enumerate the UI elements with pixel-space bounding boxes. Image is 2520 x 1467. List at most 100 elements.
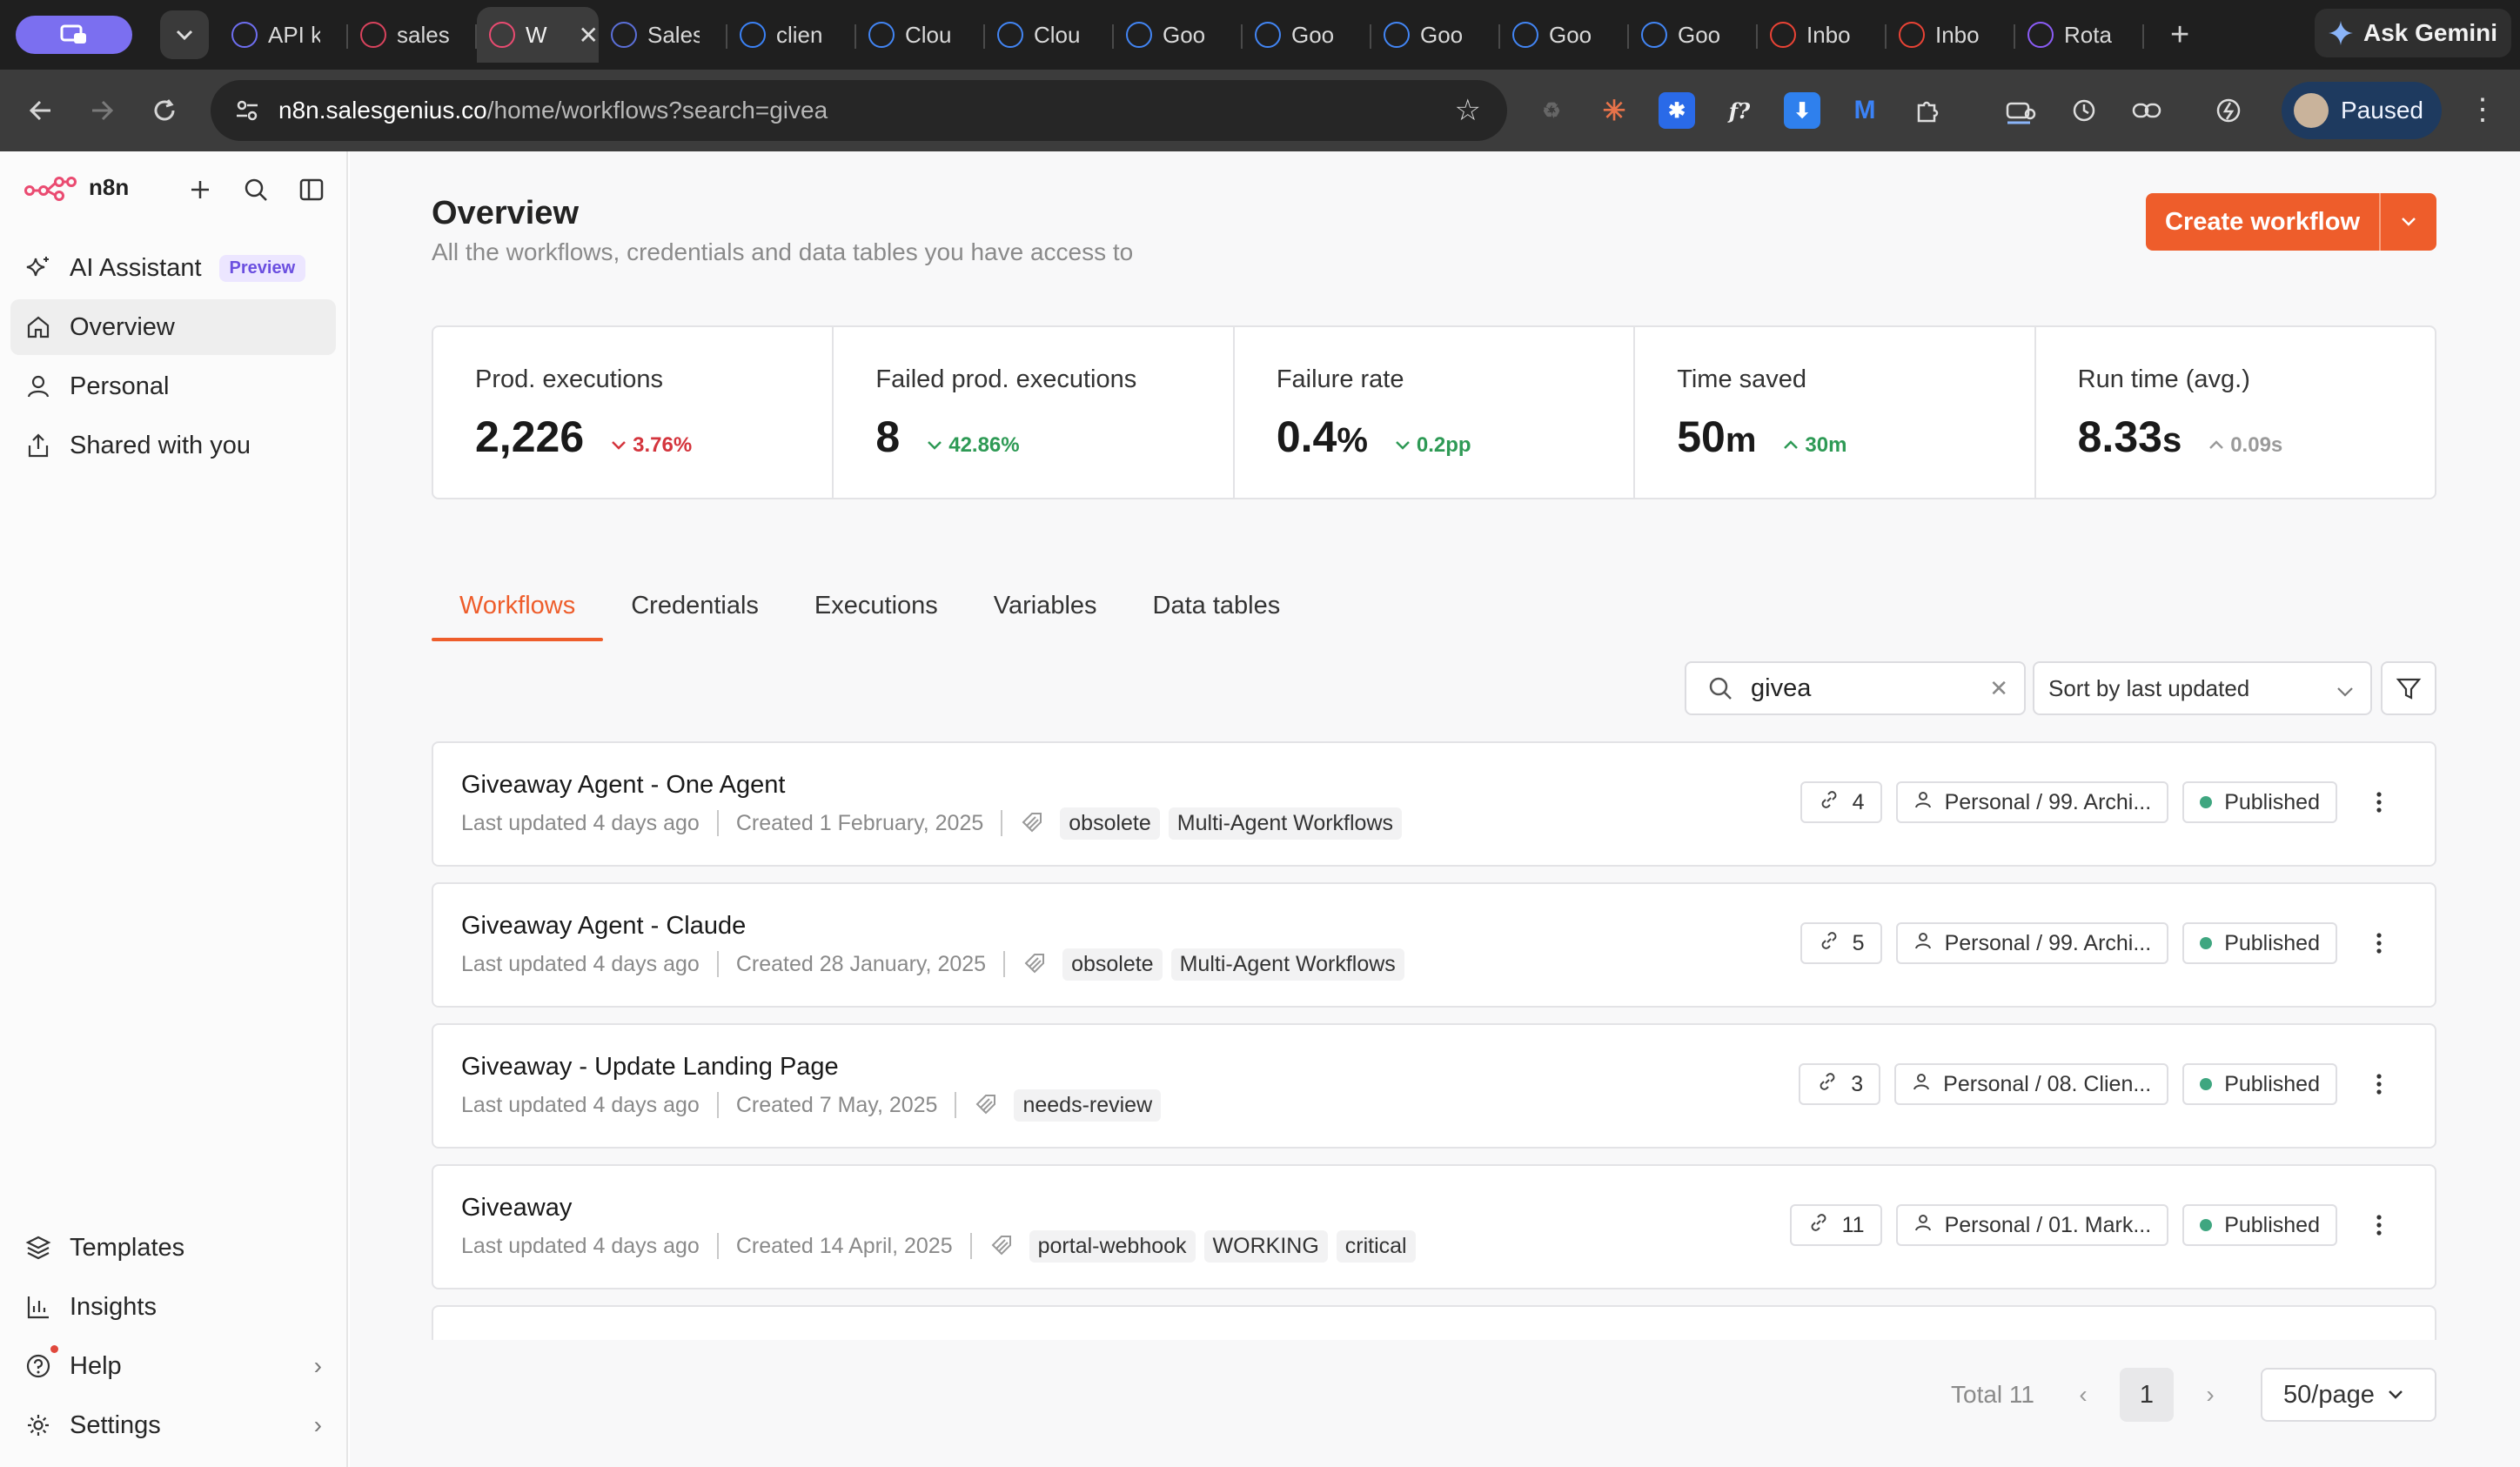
address-bar[interactable]: n8n.salesgenius.co/home/workflows?search… (211, 80, 1507, 141)
workflow-tag[interactable]: portal-webhook (1029, 1229, 1196, 1263)
history-icon[interactable] (2066, 92, 2102, 129)
browser-tab[interactable]: API k (219, 7, 348, 63)
search-icon[interactable] (238, 172, 273, 207)
profile-button[interactable]: Paused (2282, 82, 2442, 139)
browser-tab[interactable]: Goo (1500, 7, 1629, 63)
more-options-icon[interactable] (2362, 1204, 2396, 1246)
linked-count-chip[interactable]: 3 (1799, 1063, 1881, 1105)
create-workflow-button[interactable]: Create workflow (2146, 193, 2436, 251)
workflow-name[interactable]: Giveaway Agent - Claude (461, 912, 746, 941)
reload-button[interactable] (144, 90, 184, 131)
workflow-name[interactable]: Giveaway (461, 1194, 572, 1222)
extension-m-icon[interactable]: M (1846, 92, 1883, 129)
extension-download-icon[interactable]: ⬇ (1784, 92, 1820, 129)
collapse-sidebar-icon[interactable] (294, 172, 329, 207)
workflow-search[interactable]: ✕ (1685, 661, 2026, 715)
tab-group-pill[interactable] (16, 16, 132, 54)
project-chip[interactable]: Personal / 99. Archi... (1895, 781, 2169, 823)
project-chip[interactable]: Personal / 99. Archi... (1895, 922, 2169, 964)
project-chip[interactable]: Personal / 01. Mark... (1895, 1204, 2169, 1246)
sidebar-item-shared[interactable]: Shared with you (10, 418, 336, 473)
workflow-row[interactable]: Giveaway - Update Landing Page Last updat… (432, 1023, 2436, 1149)
browser-tab[interactable]: Goo (1243, 7, 1371, 63)
stat-card[interactable]: Run time (avg.) 8.33s 0.09s (2036, 327, 2435, 498)
workflow-row[interactable] (432, 1305, 2436, 1340)
ask-gemini-button[interactable]: Ask Gemini (2315, 9, 2511, 57)
browser-tab[interactable]: Goo (1629, 7, 1758, 63)
workflow-tag[interactable]: WORKING (1203, 1229, 1328, 1263)
more-options-icon[interactable] (2362, 781, 2396, 823)
workflow-tag[interactable]: Multi-Agent Workflows (1168, 807, 1403, 840)
sidebar-item-overview[interactable]: Overview (10, 299, 336, 355)
stat-card[interactable]: Failure rate 0.4% 0.2pp (1235, 327, 1636, 498)
workflow-row[interactable]: Giveaway Last updated 4 days ago Created 1… (432, 1164, 2436, 1289)
workflow-name[interactable]: Giveaway - Update Landing Page (461, 1053, 839, 1082)
extension-function-icon[interactable]: f? (1721, 92, 1758, 129)
clear-search-icon[interactable]: ✕ (1989, 675, 2008, 702)
forward-button[interactable] (82, 90, 122, 131)
prev-page-icon[interactable]: ‹ (2066, 1381, 2101, 1409)
search-input[interactable] (1751, 673, 1977, 703)
workflow-name[interactable]: Giveaway Agent - One Agent (461, 771, 785, 800)
browser-menu-icon[interactable]: ⋮ (2468, 92, 2497, 127)
linked-count-chip[interactable]: 5 (1800, 922, 1882, 964)
workflow-tag[interactable]: obsolete (1060, 807, 1160, 840)
workflow-tag[interactable]: obsolete (1062, 948, 1163, 981)
sidebar-item-insights[interactable]: Insights (10, 1279, 336, 1335)
browser-tab[interactable]: Inbo (1758, 7, 1887, 63)
browser-tab[interactable]: sales (348, 7, 477, 63)
workflow-tag[interactable]: critical (1336, 1229, 1416, 1263)
stat-card[interactable]: Time saved 50m 30m (1635, 327, 2036, 498)
more-options-icon[interactable] (2362, 1063, 2396, 1105)
browser-tab[interactable]: Goo (1371, 7, 1500, 63)
page-size-select[interactable]: 50/page (2261, 1368, 2436, 1422)
stat-card[interactable]: Failed prod. executions 8 42.86% (834, 327, 1235, 498)
page-number-button[interactable]: 1 (2120, 1368, 2174, 1422)
site-settings-icon[interactable] (230, 93, 265, 128)
sidebar-item-templates[interactable]: Templates (10, 1220, 336, 1276)
sidebar-item-settings[interactable]: Settings › (10, 1397, 336, 1453)
bookmark-star-icon[interactable]: ☆ (1455, 94, 1481, 127)
sidebar-item-help[interactable]: Help › (10, 1338, 336, 1394)
close-tab-icon[interactable]: ✕ (579, 21, 599, 50)
filter-button[interactable] (2381, 661, 2436, 715)
browser-tab[interactable]: Rota (2015, 7, 2144, 63)
next-page-icon[interactable]: › (2193, 1381, 2228, 1409)
browser-tab[interactable]: clien (727, 7, 856, 63)
workflow-row[interactable]: Giveaway Agent - Claude Last updated 4 da… (432, 882, 2436, 1008)
linked-count-chip[interactable]: 11 (1789, 1204, 1882, 1246)
tab-data-tables[interactable]: Data tables (1125, 583, 1309, 641)
browser-tab[interactable]: Goo (1114, 7, 1243, 63)
extensions-puzzle-icon[interactable] (1909, 92, 1946, 129)
brand[interactable]: n8n (24, 174, 129, 201)
tab-variables[interactable]: Variables (966, 583, 1125, 641)
browser-tab[interactable]: Sales (599, 7, 727, 63)
stat-card[interactable]: Prod. executions 2,226 3.76% (433, 327, 834, 498)
new-tab-button[interactable]: + (2170, 16, 2189, 54)
tab-credentials[interactable]: Credentials (603, 583, 787, 641)
tab-workflows[interactable]: Workflows (432, 583, 604, 641)
performance-icon[interactable] (2210, 92, 2247, 129)
create-dropdown-chevron-icon[interactable] (2381, 217, 2436, 227)
sidebar-item-ai-assistant[interactable]: AI Assistant Preview (10, 240, 336, 296)
more-options-icon[interactable] (2362, 922, 2396, 964)
sidebar-item-personal[interactable]: Personal (10, 358, 336, 414)
browser-tab[interactable]: Inbo (1887, 7, 2015, 63)
browser-tab[interactable]: W ✕ (477, 7, 599, 63)
browser-tab[interactable]: Clou (856, 7, 985, 63)
link-icon[interactable] (2128, 92, 2165, 129)
workflow-row[interactable]: Giveaway Agent - One Agent Last updated 4… (432, 741, 2436, 867)
workflow-tag[interactable]: needs-review (1014, 1089, 1162, 1122)
workflow-tag[interactable]: Multi-Agent Workflows (1170, 948, 1404, 981)
tab-search-button[interactable] (160, 10, 209, 59)
add-icon[interactable] (183, 172, 218, 207)
sort-select[interactable]: Sort by last updated (2033, 661, 2372, 715)
linked-count-chip[interactable]: 4 (1800, 781, 1882, 823)
tab-executions[interactable]: Executions (787, 583, 966, 641)
extension-recycle-icon[interactable]: ♻ (1533, 92, 1570, 129)
project-chip[interactable]: Personal / 08. Clien... (1894, 1063, 2169, 1105)
browser-tab[interactable]: Clou (985, 7, 1114, 63)
extension-claude-icon[interactable]: ✳ (1596, 92, 1632, 129)
extension-gear-icon[interactable]: ✱ (1659, 92, 1695, 129)
back-button[interactable] (21, 90, 61, 131)
